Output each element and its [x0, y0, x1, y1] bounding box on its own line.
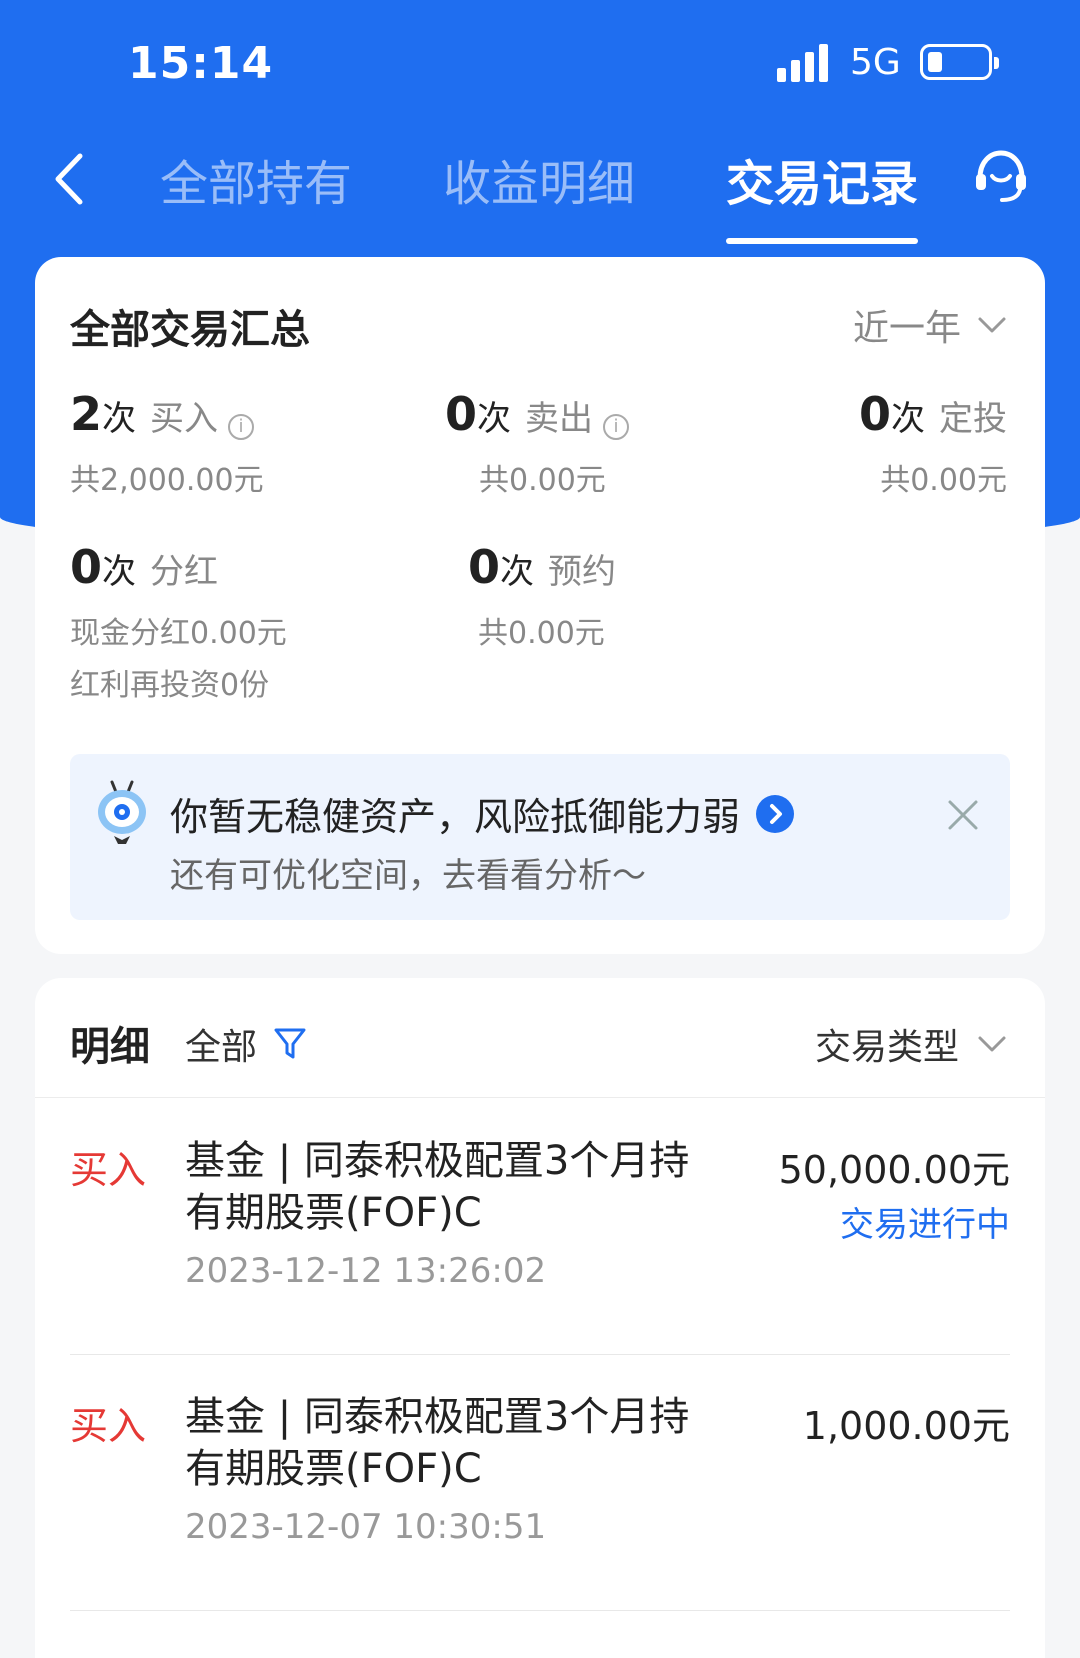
- tip-close-button[interactable]: [946, 798, 980, 832]
- chevron-down-icon: [978, 1036, 1006, 1052]
- tip-arrow-button[interactable]: [756, 794, 795, 833]
- risk-tip-banner[interactable]: 你暂无稳健资产，风险抵御能力弱 还有可优化空间，去看看分析～: [70, 754, 1010, 920]
- robot-mascot-icon: [94, 778, 150, 844]
- customer-service-button[interactable]: [972, 146, 1030, 204]
- info-icon[interactable]: i: [603, 414, 630, 440]
- status-time: 15:14: [128, 38, 274, 89]
- transaction-date: 2023-12-07 10:30:51: [185, 1507, 547, 1547]
- stat-sip: 0 次 定投 共0.00元: [859, 387, 1007, 499]
- detail-title: 明细: [70, 1024, 150, 1070]
- summary-title: 全部交易汇总: [70, 307, 310, 353]
- chevron-left-icon: [55, 153, 83, 205]
- tab-earnings-detail[interactable]: 收益明细: [443, 144, 635, 214]
- chevron-right-icon: [770, 803, 783, 824]
- transaction-type: 买入: [70, 1148, 147, 1192]
- transaction-type-label: 交易类型: [814, 1027, 959, 1068]
- stat-sip-total: 共0.00元: [880, 463, 1007, 498]
- stat-buy-label: 买入: [150, 399, 219, 439]
- stat-sell-count: 0: [445, 387, 478, 441]
- stat-unit: 次: [500, 552, 535, 592]
- stat-sell-label: 卖出: [525, 399, 594, 439]
- headset-icon: [976, 150, 1026, 202]
- stat-sip-label: 定投: [939, 399, 1007, 439]
- tip-main-label: 你暂无稳健资产，风险抵御能力弱: [170, 795, 741, 839]
- active-tab-indicator: [726, 238, 919, 244]
- signal-icon: [777, 44, 833, 82]
- tip-sub-text: 还有可优化空间，去看看分析～: [170, 856, 646, 896]
- stat-reserve-label: 预约: [548, 552, 617, 592]
- stat-dividend: 0 次 分红 现金分红0.00元 红利再投资0份: [70, 540, 287, 704]
- period-select-label: 近一年: [852, 308, 961, 349]
- transaction-type-select[interactable]: 交易类型: [815, 1018, 1007, 1070]
- stat-reserve-count: 0: [468, 540, 501, 594]
- tab-transaction-records-label: 交易记录: [726, 156, 919, 212]
- stat-unit: 次: [102, 552, 137, 592]
- tip-main-text: 你暂无稳健资产，风险抵御能力弱: [170, 786, 795, 841]
- stat-sell: 0 次 卖出 i 共0.00元: [445, 387, 630, 499]
- back-button[interactable]: [46, 142, 96, 212]
- transaction-date: 2023-12-12 13:26:02: [185, 1251, 547, 1291]
- detail-card: 明细 全部 交易类型 买入 基金 | 同泰积极配置3个月持有期股票(FOF)C …: [35, 978, 1045, 1658]
- transaction-amount: 50,000.00元: [778, 1148, 1010, 1192]
- stat-buy-total: 共2,000.00元: [70, 463, 264, 498]
- transaction-row[interactable]: 买入 基金 | 同泰积极配置3个月持有期股票(FOF)C 2023-12-07 …: [70, 1355, 1010, 1611]
- stat-dividend-reinvest: 红利再投资0份: [70, 668, 270, 703]
- filter-button[interactable]: 全部: [185, 1018, 307, 1070]
- stat-reserve-total: 共0.00元: [478, 616, 605, 651]
- stat-unit: 次: [477, 399, 512, 439]
- transaction-type: 买入: [70, 1404, 147, 1448]
- stat-unit: 次: [891, 399, 925, 439]
- fund-name: 基金 | 同泰积极配置3个月持有期股票(FOF)C: [185, 1394, 690, 1492]
- stat-unit: 次: [102, 399, 137, 439]
- stat-sip-count: 0: [858, 387, 891, 441]
- stat-reserve: 0 次 预约 共0.00元: [468, 540, 616, 652]
- transaction-amount: 1,000.00元: [802, 1404, 1010, 1448]
- chevron-down-icon: [978, 317, 1006, 333]
- stat-dividend-cash: 现金分红0.00元: [70, 616, 287, 651]
- tab-all-holdings[interactable]: 全部持有: [160, 144, 352, 214]
- network-label: 5G: [850, 42, 901, 83]
- stat-buy-count: 2: [70, 387, 103, 441]
- stat-buy: 2 次 买入 i 共2,000.00元: [70, 387, 264, 499]
- transaction-status: 交易进行中: [840, 1205, 1010, 1245]
- battery-icon: [920, 44, 999, 80]
- status-bar: 15:14 5G: [0, 0, 1080, 120]
- filter-icon: [274, 1028, 306, 1059]
- filter-label: 全部: [185, 1027, 258, 1068]
- stat-dividend-label: 分红: [150, 552, 219, 592]
- detail-header: 明细 全部 交易类型: [35, 978, 1045, 1098]
- stat-dividend-count: 0: [70, 540, 103, 594]
- summary-card: 全部交易汇总 近一年 2 次 买入 i 共2,000.00元 0 次 卖出 i …: [35, 257, 1045, 954]
- fund-name: 基金 | 同泰积极配置3个月持有期股票(FOF)C: [185, 1138, 690, 1236]
- period-select[interactable]: 近一年: [853, 299, 1007, 351]
- top-nav: 全部持有 收益明细 交易记录: [0, 120, 1080, 244]
- close-icon: [948, 800, 978, 830]
- tab-transaction-records[interactable]: 交易记录: [726, 144, 919, 244]
- stat-sell-total: 共0.00元: [479, 463, 606, 498]
- info-icon[interactable]: i: [228, 414, 255, 440]
- transaction-row[interactable]: 买入 基金 | 同泰积极配置3个月持有期股票(FOF)C 2023-12-12 …: [70, 1099, 1010, 1355]
